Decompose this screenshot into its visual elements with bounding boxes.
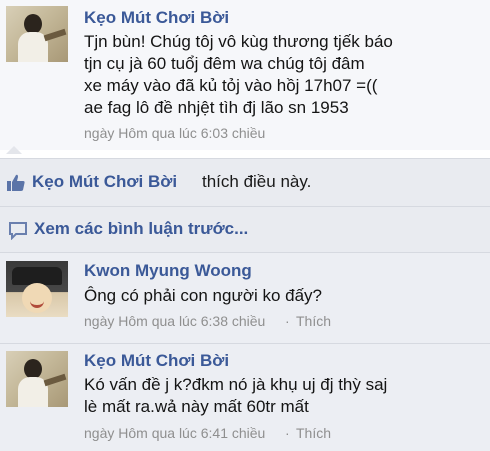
comment-text-line-1: Kó vấn đề j k?đkm nó jà khụ uj đj thỳ sa…: [84, 375, 388, 394]
comment-timestamp[interactable]: ngày Hôm qua lúc 6:41 chiều: [84, 425, 265, 441]
comment-timestamp[interactable]: ngày Hôm qua lúc 6:38 chiều: [84, 313, 265, 329]
comment-list: Kwon Myung Woong Ông có phải con người k…: [0, 252, 490, 451]
avatar-figure-head: [24, 359, 42, 379]
like-summary-row: Kẹo Mút Chơi Bời thích điều này.: [0, 158, 490, 207]
comment-author-avatar[interactable]: [6, 351, 68, 407]
avatar-figure-head: [24, 14, 42, 34]
avatar-figure-arm: [43, 373, 67, 387]
comment-text: Ông có phải con người ko đấy?: [84, 286, 323, 305]
post-body-line-1: Tjn bùn! Chúg tôj vô kùg thương tjếk báo: [84, 32, 393, 51]
comment-like-link[interactable]: Thích: [296, 425, 331, 441]
post-body-line-3: xe máy vào đã kủ tỏj vào hồj 17h07 =((: [84, 76, 378, 95]
avatar-figure-arm: [43, 28, 67, 42]
comment-author-name[interactable]: Kwon Myung Woong: [84, 261, 252, 281]
main-post: Kẹo Mút Chơi Bời Tjn bùn! Chúg tôj vô kù…: [0, 0, 490, 150]
comment-text-line-2: lè mất ra.wả này mất 60tr mất: [84, 397, 309, 416]
view-previous-label[interactable]: Xem các bình luận trước...: [34, 219, 248, 239]
post-author-avatar[interactable]: [6, 6, 68, 62]
view-previous-comments[interactable]: Xem các bình luận trước...: [0, 206, 490, 253]
thumbs-up-icon: [7, 174, 25, 191]
comment-bubble-icon: [9, 222, 27, 240]
like-author-link[interactable]: Kẹo Mút Chơi Bời: [32, 172, 177, 192]
post-body-line-2: tjn cụ jà 60 tuổj đêm wa chúg tôj đâm: [84, 54, 365, 73]
comment-separator: ·: [285, 425, 290, 441]
comment-author-name[interactable]: Kẹo Mút Chơi Bời: [84, 351, 229, 371]
comment-author-avatar[interactable]: [6, 261, 68, 317]
comment-separator: ·: [285, 313, 290, 329]
comment-divider: [0, 343, 490, 344]
comment-like-link[interactable]: Thích: [296, 313, 331, 329]
comment-pointer: [6, 146, 22, 154]
post-body-line-4: ae fag lô đề nhjệt tìh đj lão sn 1953: [84, 98, 349, 117]
avatar-face: [22, 283, 52, 313]
post-author-name[interactable]: Kẹo Mút Chơi Bời: [84, 8, 229, 28]
post-timestamp[interactable]: ngày Hôm qua lúc 6:03 chiều: [84, 125, 265, 141]
like-text: thích điều này.: [202, 172, 312, 191]
